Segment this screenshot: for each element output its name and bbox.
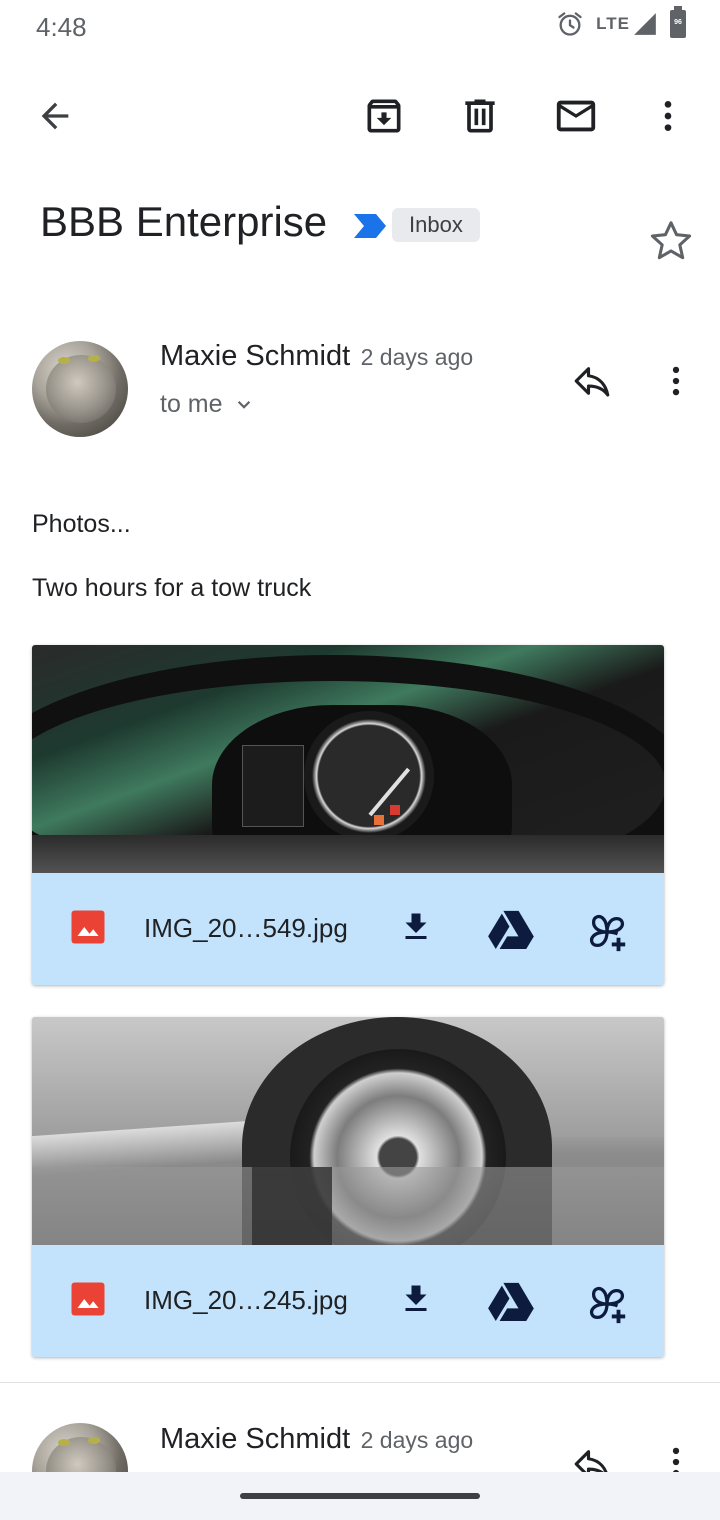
attachment-filename: IMG_20…245.jpg xyxy=(144,1285,348,1315)
message-2-header[interactable]: Maxie Schmidt 2 days ago xyxy=(0,1383,720,1472)
inbox-label-chip[interactable]: Inbox xyxy=(392,208,480,242)
download-icon[interactable] xyxy=(398,909,434,945)
attachment-preview-dashboard[interactable] xyxy=(32,645,664,873)
battery-icon: 96 xyxy=(670,6,686,38)
add-to-photos-icon[interactable] xyxy=(584,1281,630,1327)
mark-unread-button[interactable] xyxy=(548,88,604,144)
message-time: 2 days ago xyxy=(360,344,474,370)
sender-line: Maxie Schmidt 2 days ago xyxy=(160,340,473,373)
message-more-button[interactable] xyxy=(648,353,704,409)
attachment-preview-wheel[interactable] xyxy=(32,1017,664,1245)
body-line: Two hours for a tow truck xyxy=(32,574,312,602)
back-button[interactable] xyxy=(27,88,83,144)
sender-avatar[interactable] xyxy=(32,1423,128,1472)
sender-avatar[interactable] xyxy=(32,341,128,437)
drive-icon[interactable] xyxy=(488,1281,534,1321)
attachment-bar: IMG_20…245.jpg xyxy=(32,1245,664,1357)
sender-name: Maxie Schmidt xyxy=(160,340,351,372)
attachment-filename: IMG_20…549.jpg xyxy=(144,913,348,943)
mark-unread-icon xyxy=(556,100,596,132)
alarm-icon xyxy=(558,12,582,36)
status-icons: LTE 96 xyxy=(556,6,686,38)
home-gesture-handle[interactable] xyxy=(240,1493,480,1499)
star-icon[interactable] xyxy=(648,218,694,264)
image-file-icon xyxy=(71,1282,105,1316)
sender-name: Maxie Schmidt xyxy=(160,1423,351,1455)
reply-icon[interactable] xyxy=(571,1443,613,1472)
more-options-button[interactable] xyxy=(640,88,696,144)
download-icon[interactable] xyxy=(398,1281,434,1317)
archive-button[interactable] xyxy=(356,88,412,144)
email-subject: BBB Enterprise xyxy=(40,198,328,245)
more-vert-icon xyxy=(672,366,680,396)
recipient-toggle[interactable]: to me xyxy=(160,390,257,419)
network-type: LTE xyxy=(596,14,630,33)
delete-button[interactable] xyxy=(452,88,508,144)
recipient-label: to me xyxy=(160,390,223,418)
attachment-card[interactable]: IMG_20…549.jpg xyxy=(32,645,664,985)
chevron-down-icon xyxy=(237,400,250,409)
signal-icon xyxy=(634,13,656,35)
battery-level: 96 xyxy=(674,19,682,26)
image-file-icon xyxy=(71,910,105,944)
reply-icon xyxy=(574,367,610,397)
more-vert-icon[interactable] xyxy=(657,1443,695,1472)
message-time: 2 days ago xyxy=(360,1427,474,1453)
back-arrow-icon xyxy=(41,102,69,130)
more-vert-icon xyxy=(664,101,672,131)
archive-icon xyxy=(367,99,401,133)
status-time: 4:48 xyxy=(36,12,87,42)
add-to-photos-icon[interactable] xyxy=(584,909,630,955)
delete-icon xyxy=(465,99,495,133)
importance-marker-icon[interactable] xyxy=(352,212,388,240)
attachment-card[interactable]: IMG_20…245.jpg xyxy=(32,1017,664,1357)
attachment-bar: IMG_20…549.jpg xyxy=(32,873,664,985)
sender-line: Maxie Schmidt 2 days ago xyxy=(160,1423,473,1456)
reply-button[interactable] xyxy=(564,353,620,409)
drive-icon[interactable] xyxy=(488,909,534,949)
body-line: Photos... xyxy=(32,510,131,538)
